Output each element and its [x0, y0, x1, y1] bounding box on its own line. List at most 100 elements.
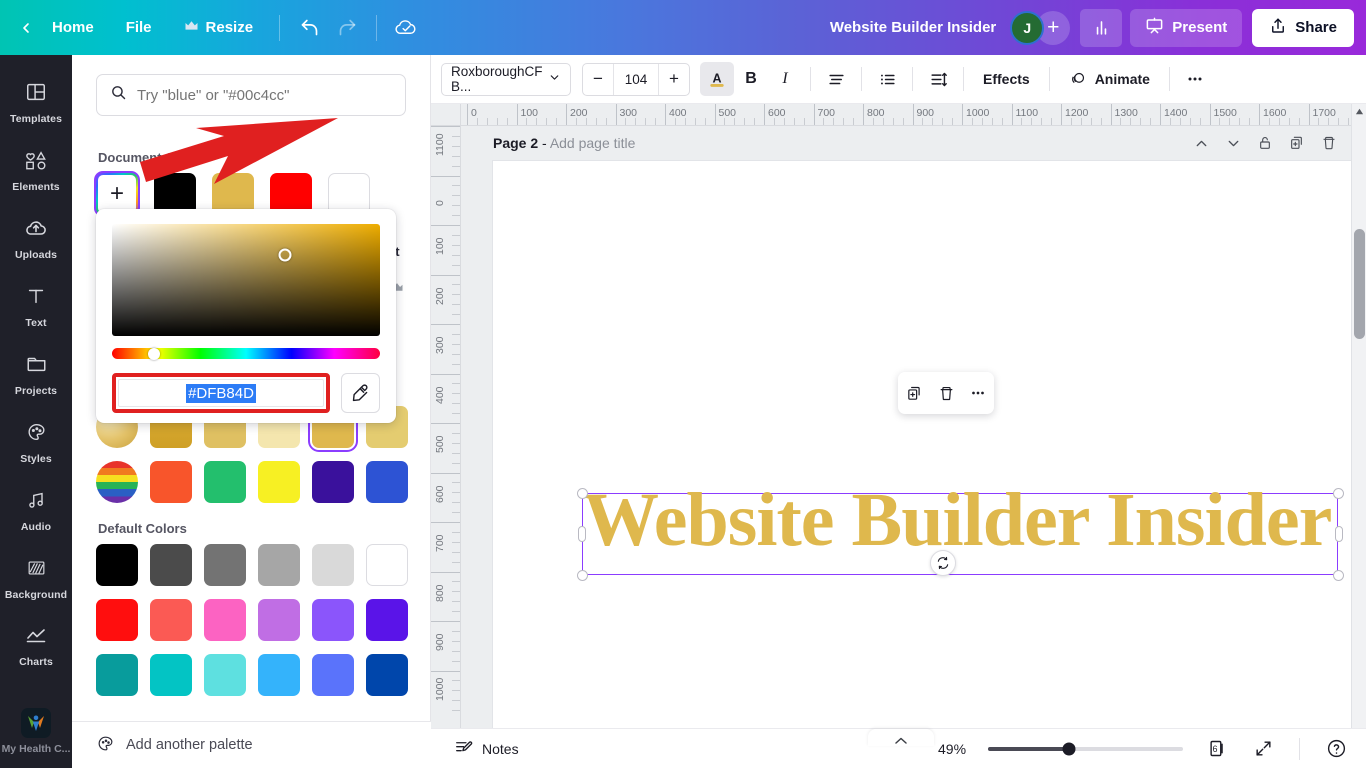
duplicate-page-button[interactable]	[1283, 129, 1311, 157]
default-swatch-white[interactable]	[366, 544, 408, 586]
default-swatch-pink[interactable]	[204, 599, 246, 641]
default-swatch-lightgray[interactable]	[312, 544, 354, 586]
headline-text[interactable]: Website Builder Insider	[583, 482, 1343, 558]
default-swatch-darkgray[interactable]	[150, 544, 192, 586]
canvas-area[interactable]: Website Builder Insider	[461, 160, 1351, 746]
align-button[interactable]	[819, 62, 853, 96]
undo-icon[interactable]	[290, 10, 328, 46]
palette-swatch-blue[interactable]	[366, 461, 408, 503]
move-down-button[interactable]	[1219, 129, 1247, 157]
page-title[interactable]: Page 2 - Add page title	[493, 135, 635, 151]
design-page[interactable]	[492, 160, 1351, 746]
help-circle-icon[interactable]	[1320, 733, 1352, 765]
notes-button[interactable]: Notes	[445, 733, 528, 765]
resize-handle-right[interactable]	[1335, 526, 1343, 542]
hue-slider[interactable]	[112, 348, 380, 359]
default-swatch-purple[interactable]	[366, 599, 408, 641]
default-swatch-navy[interactable]	[366, 654, 408, 696]
collapse-panel-button[interactable]	[868, 729, 934, 746]
search-input[interactable]	[137, 87, 392, 104]
default-swatch-violet[interactable]	[312, 599, 354, 641]
bar-chart-icon[interactable]	[1080, 9, 1122, 47]
resize-handle-top-right[interactable]	[1333, 488, 1344, 499]
default-swatch-teal[interactable]	[96, 654, 138, 696]
zoom-slider-knob[interactable]	[1063, 742, 1076, 755]
sv-handle[interactable]	[279, 249, 292, 262]
effects-button[interactable]: Effects	[972, 62, 1041, 96]
move-up-button[interactable]	[1187, 129, 1215, 157]
default-swatch-gray[interactable]	[204, 544, 246, 586]
hex-input[interactable]: #DFB84D	[118, 379, 324, 407]
cloud-saved-icon[interactable]	[387, 10, 425, 46]
share-button[interactable]: Share	[1252, 9, 1354, 47]
saturation-value-area[interactable]	[112, 224, 380, 336]
palette-swatch-green[interactable]	[204, 461, 246, 503]
sidebar-item-text[interactable]: Text	[0, 273, 72, 341]
sidebar-item-charts[interactable]: Charts	[0, 613, 72, 681]
default-swatch-black[interactable]	[96, 544, 138, 586]
sidebar-item-uploads[interactable]: Uploads	[0, 205, 72, 273]
italic-button[interactable]: I	[768, 62, 802, 96]
sidebar-item-background[interactable]: Background	[0, 545, 72, 613]
redo-icon[interactable]	[328, 10, 366, 46]
element-more-button[interactable]	[964, 379, 992, 407]
sidebar-item-styles[interactable]: Styles	[0, 409, 72, 477]
resize-button[interactable]: Resize	[168, 10, 270, 46]
file-menu-button[interactable]: File	[110, 10, 168, 46]
palette-swatch-indigo[interactable]	[312, 461, 354, 503]
resize-handle-bottom-right[interactable]	[1333, 570, 1344, 581]
palette-swatch-rainbow[interactable]	[96, 461, 138, 503]
font-size-increase-button[interactable]: +	[659, 64, 689, 95]
page-count-button[interactable]: 6	[1199, 733, 1231, 765]
resize-handle-top-left[interactable]	[577, 488, 588, 499]
palette-swatch-orange-red[interactable]	[150, 461, 192, 503]
ruler-minor-tick	[952, 118, 953, 126]
bold-button[interactable]: B	[734, 62, 768, 96]
search-box[interactable]	[96, 74, 406, 116]
delete-element-button[interactable]	[932, 379, 960, 407]
chevron-left-icon[interactable]	[18, 20, 34, 36]
default-swatch-coral[interactable]	[150, 599, 192, 641]
default-swatch-orchid[interactable]	[258, 599, 300, 641]
sidebar-item-projects[interactable]: Projects	[0, 341, 72, 409]
ruler-minor-tick	[1328, 118, 1329, 126]
resize-handle-bottom-left[interactable]	[577, 570, 588, 581]
zoom-slider[interactable]	[988, 747, 1183, 751]
duplicate-element-button[interactable]	[900, 379, 928, 407]
eyedropper-icon[interactable]	[341, 373, 380, 413]
default-swatch-royalblue[interactable]	[312, 654, 354, 696]
default-swatch-red[interactable]	[96, 599, 138, 641]
avatar[interactable]: J	[1010, 11, 1044, 45]
bullet-list-button[interactable]	[870, 62, 904, 96]
document-title[interactable]: Website Builder Insider	[830, 19, 996, 36]
sidebar-item-audio[interactable]: Audio	[0, 477, 72, 545]
default-swatch-skyblue[interactable]	[258, 654, 300, 696]
scroll-up-arrow[interactable]	[1352, 104, 1366, 118]
vertical-scroll-thumb[interactable]	[1354, 229, 1365, 339]
vertical-scrollbar[interactable]	[1351, 104, 1366, 746]
selected-text-element[interactable]: Website Builder Insider	[582, 493, 1338, 575]
rotate-icon[interactable]	[930, 550, 956, 576]
resize-handle-left[interactable]	[578, 526, 586, 542]
sidebar-item-elements[interactable]: Elements	[0, 137, 72, 205]
line-spacing-button[interactable]	[921, 62, 955, 96]
text-color-button[interactable]: A	[700, 62, 734, 96]
present-button[interactable]: Present	[1130, 9, 1242, 47]
home-button[interactable]: Home	[36, 10, 110, 46]
sidebar-item-templates[interactable]: Templates	[0, 69, 72, 137]
default-swatch-midgray[interactable]	[258, 544, 300, 586]
font-size-decrease-button[interactable]: −	[583, 64, 613, 95]
default-swatch-cyan[interactable]	[150, 654, 192, 696]
delete-page-button[interactable]	[1315, 129, 1343, 157]
default-swatch-aqua[interactable]	[204, 654, 246, 696]
expand-icon[interactable]	[1247, 733, 1279, 765]
font-family-select[interactable]: RoxboroughCF B...	[441, 63, 571, 96]
animate-button[interactable]: Animate	[1058, 62, 1161, 96]
hue-handle[interactable]	[148, 348, 160, 360]
font-size-input[interactable]: 104	[613, 64, 659, 95]
lock-button[interactable]	[1251, 129, 1279, 157]
add-another-palette-button[interactable]: Add another palette	[72, 721, 431, 768]
more-options-button[interactable]	[1178, 62, 1212, 96]
palette-swatch-yellow[interactable]	[258, 461, 300, 503]
sidebar-item-my-health-app[interactable]: My Health C...	[0, 698, 72, 764]
